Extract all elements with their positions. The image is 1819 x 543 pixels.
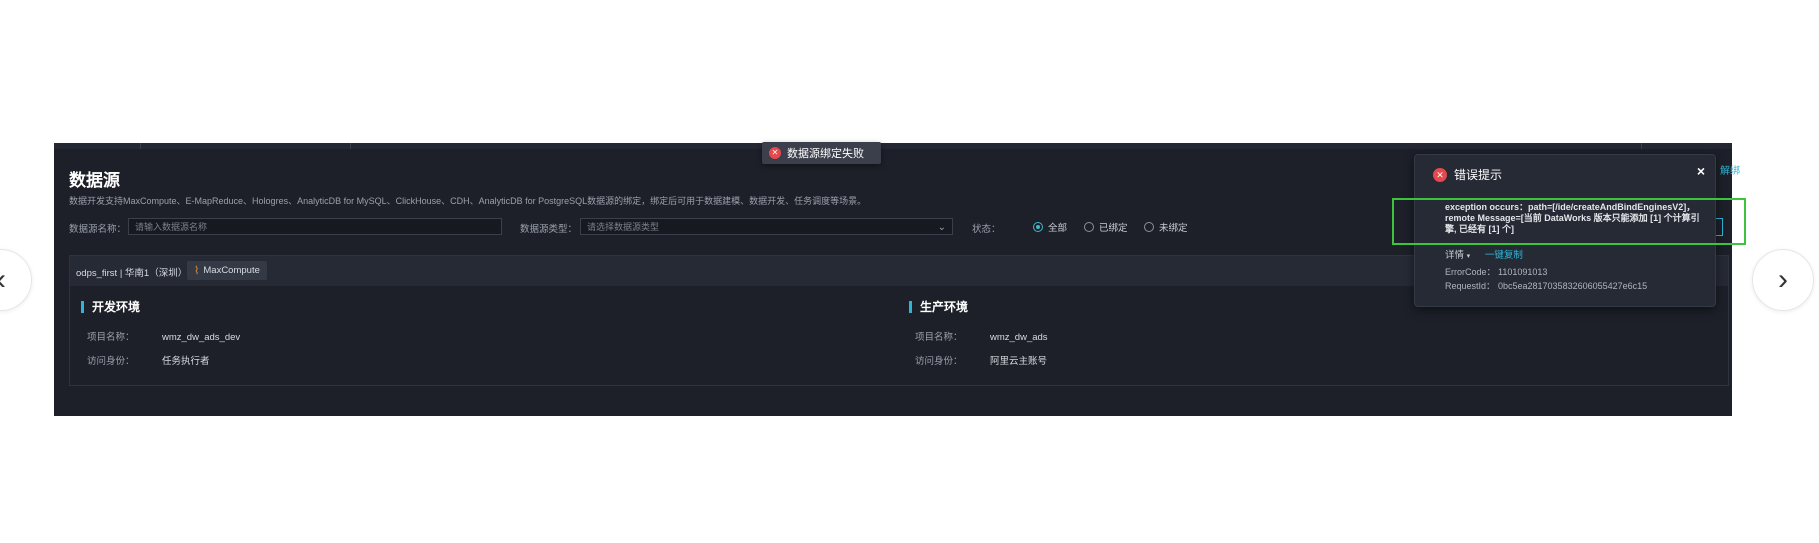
detail-label: 详情 <box>1445 250 1465 261</box>
carousel-next-button[interactable]: › <box>1752 249 1814 311</box>
radio-unchecked-icon <box>1144 222 1154 232</box>
error-notification-header: ✕ 错误提示 <box>1433 166 1502 183</box>
highlight-box <box>1392 198 1746 245</box>
top-bar <box>54 143 1732 149</box>
dev-project-row: 项目名称： wmz_dw_ads_dev <box>87 329 240 343</box>
page-description: 数据开发支持MaxCompute、E-MapReduce、Hologres、An… <box>69 196 867 206</box>
page-title: 数据源 <box>69 171 120 190</box>
chevron-down-icon: ⌄ <box>937 222 946 233</box>
detail-toggle[interactable]: 详情 ▾ <box>1445 250 1470 261</box>
name-filter-input[interactable]: 请输入数据源名称 <box>128 218 502 235</box>
radio-label: 全部 <box>1048 223 1068 234</box>
dev-identity-value: 任务执行者 <box>162 356 210 367</box>
top-bar-divider <box>350 143 351 149</box>
request-id-row: RequestId： 0bc5ea281703583260605542​7e6c1… <box>1445 279 1647 292</box>
radio-label: 已绑定 <box>1099 223 1128 234</box>
error-icon: ✕ <box>1433 167 1447 182</box>
error-code-row: ErrorCode： 1101091013 <box>1445 265 1547 278</box>
type-filter-select[interactable]: 请选择数据源类型 ⌄ <box>580 218 953 235</box>
type-filter-label: 数据源类型： <box>520 224 578 235</box>
engine-tag-label: MaxCompute <box>203 265 260 276</box>
close-icon[interactable]: × <box>1697 163 1705 179</box>
engine-tag: ⌇ MaxCompute <box>187 261 267 280</box>
radio-checked-icon <box>1033 222 1043 232</box>
prod-identity-label: 访问身份： <box>915 356 963 367</box>
radio-unchecked-icon <box>1084 222 1094 232</box>
prod-env-title: 生产环境 <box>909 301 968 313</box>
chevron-right-icon: › <box>1778 263 1788 296</box>
datasource-name: odps_first | 华南1（深圳） <box>76 268 188 279</box>
request-id-label: RequestId： <box>1445 281 1496 291</box>
request-id-value: 0bc5ea281703583260605542​7e6c15 <box>1498 281 1648 291</box>
type-filter-placeholder: 请选择数据源类型 <box>587 222 660 232</box>
carousel-prev-button[interactable]: ‹ <box>0 249 32 311</box>
prod-identity-row: 访问身份： 阿里云主账号 <box>915 353 1047 367</box>
error-detail-row: 详情 ▾ 一键复制 <box>1445 247 1523 261</box>
name-filter-label: 数据源名称： <box>69 224 127 235</box>
dev-project-label: 项目名称： <box>87 332 135 343</box>
radio-label: 未绑定 <box>1159 223 1188 234</box>
maxcompute-icon: ⌇ <box>194 265 200 277</box>
prod-identity-value: 阿里云主账号 <box>990 356 1048 367</box>
chevron-left-icon: ‹ <box>0 263 6 297</box>
toast-text: 数据源绑定失败 <box>787 148 864 160</box>
status-filter-label: 状态： <box>972 224 1001 235</box>
error-icon: ✕ <box>769 147 781 159</box>
error-code-label: ErrorCode： <box>1445 267 1496 277</box>
prod-project-value: wmz_dw_ads <box>990 332 1048 343</box>
chevron-down-icon: ▾ <box>1466 253 1471 260</box>
dev-project-value: wmz_dw_ads_dev <box>162 332 241 343</box>
bind-failed-toast: ✕ 数据源绑定失败 <box>762 142 881 164</box>
error-code-value: 1101091013 <box>1498 267 1548 277</box>
status-radio-bound[interactable]: 已绑定 <box>1084 220 1128 234</box>
unbind-link[interactable]: 解绑 <box>1720 162 1740 177</box>
top-bar-divider <box>140 143 141 149</box>
status-radio-all[interactable]: 全部 <box>1033 220 1067 234</box>
dev-env-title: 开发环境 <box>81 301 140 313</box>
dev-identity-row: 访问身份： 任务执行者 <box>87 353 210 367</box>
prod-project-label: 项目名称： <box>915 332 963 343</box>
status-radio-unbound[interactable]: 未绑定 <box>1144 220 1188 234</box>
dev-identity-label: 访问身份： <box>87 356 135 367</box>
error-notification-title: 错误提示 <box>1454 168 1503 182</box>
prod-project-row: 项目名称： wmz_dw_ads <box>915 329 1048 343</box>
top-bar-divider <box>1641 143 1642 149</box>
copy-link[interactable]: 一键复制 <box>1485 250 1523 261</box>
